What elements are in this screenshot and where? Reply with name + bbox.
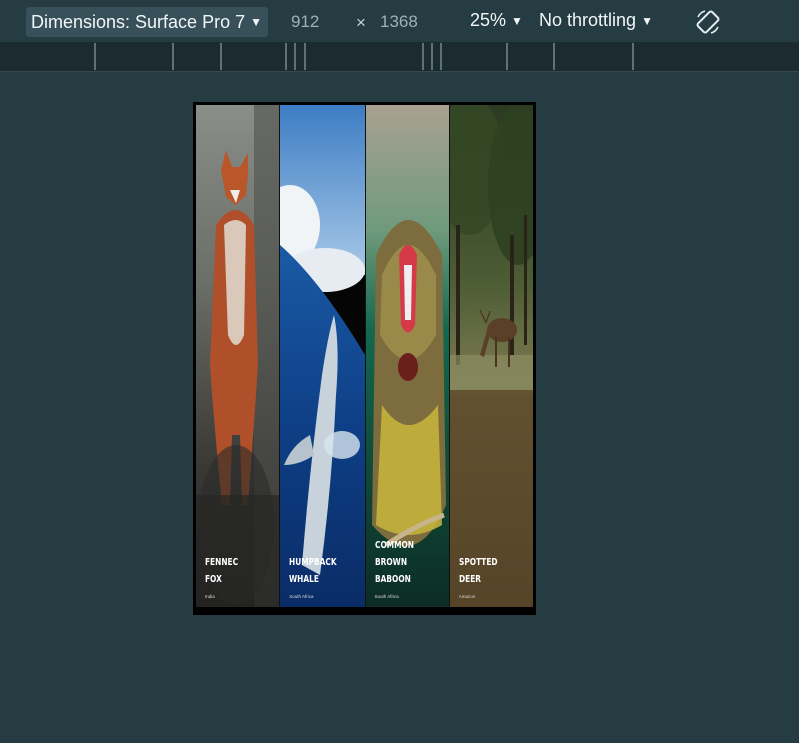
- animal-panels: FENNEC FOX India HUMPBACK WHALE South Af…: [196, 105, 533, 607]
- fox-photo: [196, 105, 280, 607]
- device-dimensions-dropdown[interactable]: Dimensions: Surface Pro 7 ▼: [26, 7, 268, 37]
- animal-panel-fox[interactable]: FENNEC FOX India: [196, 105, 281, 607]
- ruler-tick[interactable]: [294, 43, 296, 70]
- animal-name: FENNEC FOX: [205, 557, 239, 585]
- ruler-tick[interactable]: [304, 43, 306, 70]
- deer-photo: [449, 105, 533, 607]
- animal-panel-whale[interactable]: HUMPBACK WHALE South Africa: [280, 105, 366, 607]
- width-input[interactable]: [283, 7, 357, 37]
- chevron-down-icon: ▼: [511, 13, 523, 28]
- panel-caption: HUMPBACK WHALE South Africa: [289, 554, 349, 599]
- animal-name: COMMON BROWN BABOON: [374, 540, 414, 585]
- throttling-label: No throttling: [539, 10, 637, 30]
- ruler-tick[interactable]: [431, 43, 433, 70]
- media-query-ruler[interactable]: [0, 43, 799, 72]
- rotate-icon: [696, 10, 720, 34]
- chevron-down-icon: ▼: [250, 15, 262, 29]
- rotate-button[interactable]: [693, 7, 723, 37]
- whale-photo: [280, 105, 365, 607]
- ruler-tick[interactable]: [440, 43, 442, 70]
- animal-name: HUMPBACK WHALE: [289, 557, 337, 585]
- animal-location: Amazon: [458, 594, 476, 599]
- animal-location: South Africa: [374, 594, 399, 599]
- panel-caption: SPOTTED DEER Amazon: [459, 554, 519, 599]
- ruler-tick[interactable]: [94, 43, 96, 70]
- panel-caption: FENNEC FOX India: [205, 554, 265, 599]
- chevron-down-icon: ▼: [641, 13, 653, 28]
- ruler-tick[interactable]: [172, 43, 174, 70]
- ruler-tick[interactable]: [632, 43, 634, 70]
- throttling-dropdown[interactable]: No throttling ▼: [539, 10, 653, 31]
- ruler-tick[interactable]: [220, 43, 222, 70]
- ruler-tick[interactable]: [422, 43, 424, 70]
- animal-panel-baboon[interactable]: COMMON BROWN BABOON South Africa: [365, 105, 450, 607]
- animal-location: India: [205, 594, 215, 599]
- animal-panel-deer[interactable]: SPOTTED DEER Amazon: [449, 105, 533, 607]
- zoom-dropdown[interactable]: 25% ▼: [470, 10, 523, 31]
- ruler-tick[interactable]: [285, 43, 287, 70]
- device-viewport: FENNEC FOX India HUMPBACK WHALE South Af…: [193, 102, 536, 615]
- device-dimensions-label: Dimensions: Surface Pro 7: [31, 11, 246, 32]
- device-toolbar: Dimensions: Surface Pro 7 ▼ × 25% ▼ No t…: [0, 0, 799, 43]
- ruler-tick[interactable]: [506, 43, 508, 70]
- panel-caption: COMMON BROWN BABOON South Africa: [375, 537, 435, 599]
- ruler-tick[interactable]: [553, 43, 555, 70]
- animal-location: South Africa: [289, 594, 314, 599]
- baboon-photo: [365, 105, 449, 607]
- zoom-label: 25%: [470, 10, 507, 30]
- dimension-separator: ×: [356, 13, 366, 32]
- animal-name: SPOTTED DEER: [458, 557, 498, 585]
- height-input[interactable]: [372, 7, 446, 37]
- device-bottom-bar: [196, 607, 533, 612]
